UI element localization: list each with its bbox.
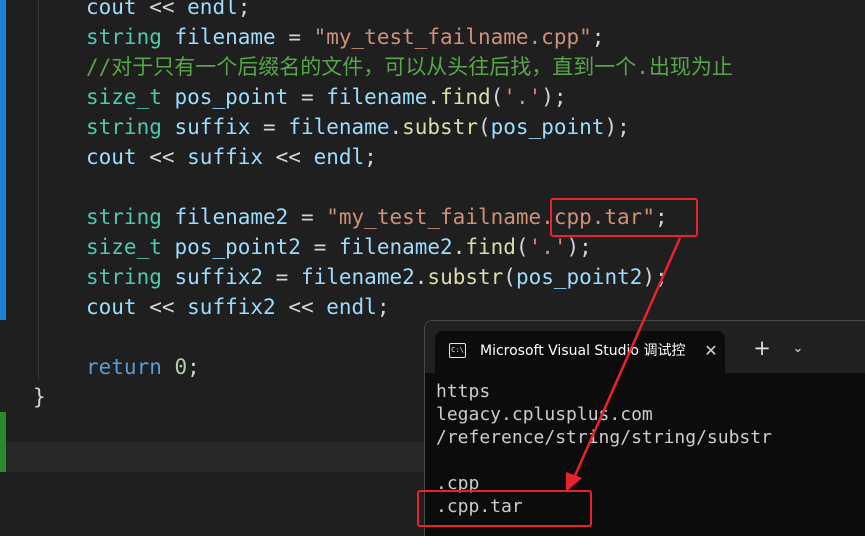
code-token: . — [452, 235, 466, 259]
code-token: string — [86, 115, 162, 139]
code-token: filename2 — [300, 265, 415, 289]
terminal-tab-title: Microsoft Visual Studio 调试控 — [480, 343, 686, 359]
code-token: << — [275, 295, 327, 319]
code-token: '.' — [503, 85, 542, 109]
code-line: size_t pos_point2 = filename2.find('.'); — [86, 232, 592, 262]
code-token: size_t — [86, 85, 162, 109]
annotation-box-output — [417, 490, 592, 527]
code-token: //对于只有一个后缀名的文件，可以从头往后找，直到一个.出现为止 — [86, 55, 733, 79]
code-line: //对于只有一个后缀名的文件，可以从头往后找，直到一个.出现为止 — [86, 52, 733, 82]
code-token: pos_point2 — [174, 235, 301, 259]
indent-guide — [38, 0, 39, 380]
code-token: pos_point — [174, 85, 289, 109]
code-token: filename — [288, 115, 390, 139]
code-token: ); — [642, 265, 668, 289]
code-token: endl — [187, 0, 238, 19]
code-token: . — [389, 115, 403, 139]
code-line: return 0; — [86, 352, 200, 382]
code-token: = — [300, 235, 339, 259]
code-token: suffix — [187, 145, 264, 169]
code-line: size_t pos_point = filename.find('.'); — [86, 82, 567, 112]
terminal-output-line: https — [436, 381, 491, 402]
new-tab-plus-icon[interactable]: + — [751, 337, 773, 359]
code-token: suffix — [174, 115, 251, 139]
code-token: pos_point — [490, 115, 605, 139]
code-line: string suffix2 = filename2.substr(pos_po… — [86, 262, 668, 292]
code-token: cout — [86, 0, 137, 19]
code-token: = — [263, 265, 301, 289]
modified-lines-indicator — [0, 0, 6, 320]
annotation-box-source — [550, 198, 698, 237]
code-token: substr — [427, 265, 504, 289]
code-token: filename — [174, 25, 276, 49]
code-token: = — [288, 205, 327, 229]
code-token: ; — [376, 295, 390, 319]
code-token: find — [440, 85, 491, 109]
code-line: cout << suffix << endl; — [86, 142, 377, 172]
code-token: ( — [477, 115, 491, 139]
code-token: << — [263, 145, 314, 169]
code-token: = — [288, 85, 327, 109]
chevron-down-icon[interactable]: ⌄ — [787, 339, 809, 359]
code-token: endl — [313, 145, 365, 169]
code-token: ; — [591, 25, 605, 49]
code-token: find — [465, 235, 516, 259]
code-token: ); — [604, 115, 630, 139]
close-icon[interactable]: ✕ — [701, 341, 721, 361]
terminal-output-line: legacy.cplusplus.com — [436, 404, 653, 425]
code-token: filename — [326, 85, 428, 109]
code-line: string filename = "my_test_failname.cpp"… — [86, 22, 604, 52]
code-token: ( — [515, 235, 529, 259]
code-token: << — [136, 145, 188, 169]
code-token: ; — [237, 0, 251, 19]
code-token: filename2 — [338, 235, 453, 259]
code-token: suffix2 — [174, 265, 264, 289]
code-token: . — [414, 265, 428, 289]
code-token: ( — [503, 265, 516, 289]
code-token: = — [275, 25, 314, 49]
code-line: string suffix = filename.substr(pos_poin… — [86, 112, 630, 142]
code-token: ); — [541, 85, 567, 109]
code-token: << — [136, 295, 188, 319]
code-line: cout << suffix2 << endl; — [86, 292, 389, 322]
code-token: '.' — [528, 235, 567, 259]
code-token: ; — [364, 145, 377, 169]
console-icon: C:\ — [449, 343, 466, 358]
code-token: . — [427, 85, 441, 109]
code-token: ; — [187, 355, 200, 379]
code-token: cout — [86, 145, 137, 169]
code-token: "my_test_failname.cpp" — [313, 25, 592, 49]
code-token: endl — [326, 295, 377, 319]
code-token: ); — [566, 235, 592, 259]
code-token: } — [33, 385, 46, 409]
code-token: 0 — [174, 355, 188, 379]
code-token: suffix2 — [187, 295, 276, 319]
code-token: string — [86, 205, 162, 229]
code-token: size_t — [86, 235, 162, 259]
terminal-output-line: /reference/string/string/substr — [436, 427, 772, 448]
code-token: string — [86, 265, 162, 289]
code-token: substr — [402, 115, 478, 139]
code-line: } — [33, 382, 46, 412]
code-token: pos_point2 — [515, 265, 643, 289]
code-token: ( — [490, 85, 504, 109]
terminal-tab[interactable]: C:\ Microsoft Visual Studio 调试控 ✕ — [435, 331, 725, 373]
code-token: cout — [86, 295, 137, 319]
terminal-titlebar: C:\ Microsoft Visual Studio 调试控 ✕ + ⌄ — [425, 321, 865, 373]
code-token: string — [86, 25, 162, 49]
code-line: cout << endl; — [86, 0, 250, 22]
code-token: filename2 — [174, 205, 289, 229]
code-token: return — [86, 355, 162, 379]
code-token: << — [136, 0, 188, 19]
code-token: = — [250, 115, 289, 139]
